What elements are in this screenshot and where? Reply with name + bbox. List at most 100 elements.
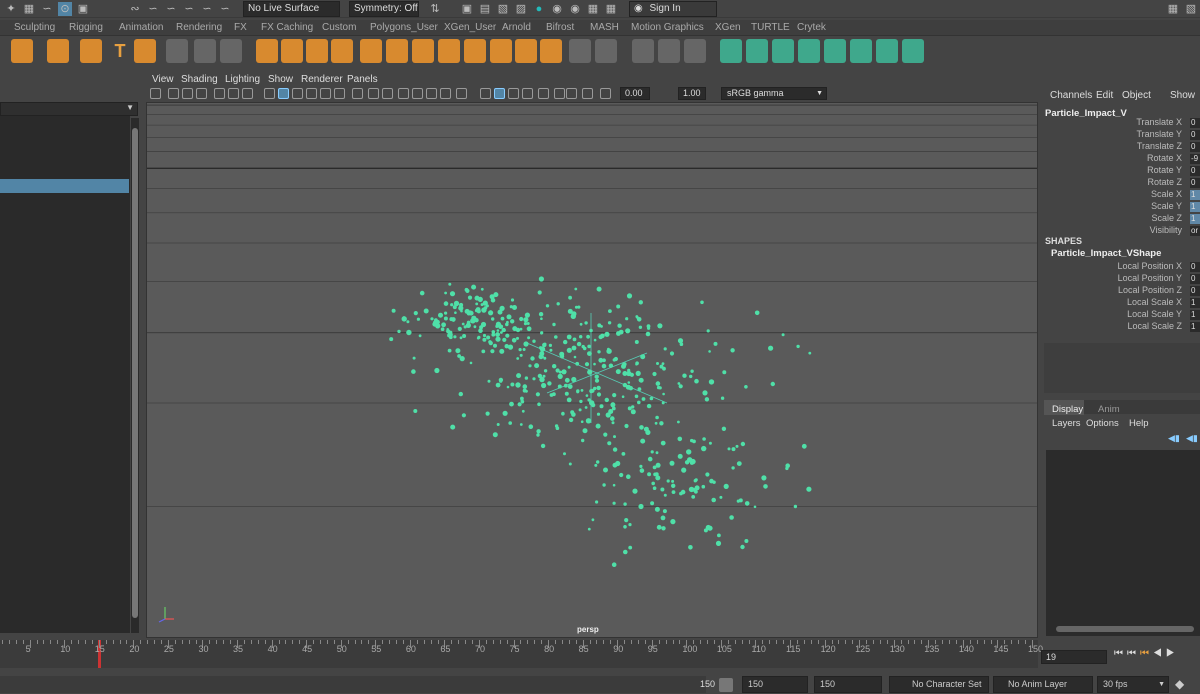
grease-icon[interactable]: [566, 88, 577, 99]
symmetry-dropdown[interactable]: Symmetry: Off: [349, 1, 419, 17]
shelf-button-ruler[interactable]: [684, 39, 706, 63]
shelf-button-bevel[interactable]: [166, 39, 188, 63]
shelf-button-wedge[interactable]: [281, 39, 303, 63]
layer-move-up-icon[interactable]: ◀▮: [1168, 433, 1180, 444]
attr-label[interactable]: Rotate Y: [1147, 165, 1182, 175]
shelf-button-mash-6[interactable]: [850, 39, 872, 63]
gamma-field[interactable]: 1.00: [678, 87, 706, 100]
anim-layer-dropdown[interactable]: No Anim Layer: [993, 676, 1093, 693]
exposure-field[interactable]: 0.00: [620, 87, 650, 100]
xray-joints-icon[interactable]: [352, 88, 363, 99]
isolate-icon[interactable]: [320, 88, 331, 99]
chevron-down-icon[interactable]: ▼: [126, 103, 134, 112]
shelf-tab-motion-graphics[interactable]: Motion Graphics: [627, 20, 708, 36]
shelf-button-star[interactable]: [80, 39, 102, 63]
lights-icon[interactable]: [426, 88, 437, 99]
shelf-tab-sculpting[interactable]: Sculpting: [10, 20, 59, 36]
viewport-canvas[interactable]: [147, 103, 1038, 638]
attr-label[interactable]: Rotate Z: [1147, 177, 1182, 187]
shape-name[interactable]: Particle_Impact_VShape: [1051, 248, 1161, 259]
range-slider-handle[interactable]: [719, 678, 733, 692]
shelf-button-extrude[interactable]: [306, 39, 328, 63]
field-chart-icon[interactable]: [278, 88, 289, 99]
shelf-button-separate[interactable]: [386, 39, 408, 63]
shelf-button-mash-1[interactable]: [720, 39, 742, 63]
shape-attr-value-field[interactable]: 0: [1190, 274, 1200, 284]
outliner-filter-bar[interactable]: ▼: [0, 102, 138, 116]
camera-icon[interactable]: [150, 88, 161, 99]
sign-in-button[interactable]: ◉ Sign In: [629, 1, 717, 17]
layer-move-down-icon[interactable]: ◀▮: [1186, 433, 1198, 444]
snap-view-icon[interactable]: ▣: [76, 2, 90, 16]
arnold-light-icon[interactable]: ▦: [586, 2, 600, 16]
object-name[interactable]: Particle_Impact_V: [1045, 108, 1127, 119]
outliner-list[interactable]: [0, 116, 130, 633]
attr-label[interactable]: Translate Y: [1136, 129, 1182, 139]
attr-value-field[interactable]: 1: [1190, 202, 1200, 212]
shelf-tab-turtle[interactable]: TURTLE: [747, 20, 794, 36]
attr-label[interactable]: Visibility: [1150, 225, 1182, 235]
shape-attr-label[interactable]: Local Position X: [1117, 261, 1182, 271]
attribute-editor-icon[interactable]: ▧: [1184, 2, 1198, 16]
wireframe-icon[interactable]: [368, 88, 379, 99]
fps-dropdown[interactable]: 30 fps ▼: [1097, 676, 1169, 693]
shelf-tab-animation[interactable]: Animation: [115, 20, 167, 36]
channel-box-menu-edit[interactable]: Edit: [1096, 90, 1113, 101]
shelf-button-mirror[interactable]: [595, 39, 617, 63]
channel-box-menu-object[interactable]: Object: [1122, 90, 1151, 101]
bookmark-icon[interactable]: [182, 88, 193, 99]
shelf-button-mash-3[interactable]: [772, 39, 794, 63]
shelf-tab-rigging[interactable]: Rigging: [65, 20, 107, 36]
attr-value-field[interactable]: -9: [1190, 154, 1200, 164]
symmetry-icon[interactable]: ∽: [218, 2, 232, 16]
hud-icon[interactable]: [554, 88, 565, 99]
shape-attr-value-field[interactable]: 1: [1190, 310, 1200, 320]
shelf-button-reduce[interactable]: [540, 39, 562, 63]
layer-menu-options[interactable]: Options: [1086, 418, 1119, 429]
auto-key-icon[interactable]: ◆: [1175, 677, 1184, 691]
attr-value-field[interactable]: or: [1190, 226, 1200, 236]
snap-point-icon[interactable]: ⊙: [58, 2, 72, 16]
shape-attr-value-field[interactable]: 0: [1190, 262, 1200, 272]
step-back-key-icon[interactable]: ⏮: [1127, 648, 1140, 659]
snap-surface-icon[interactable]: ∾: [128, 2, 142, 16]
time-slider[interactable]: 5 10 15 20 25 30 35 40 45 50 55 60 65 70 75 80 85 90 95 100…: [0, 640, 1043, 668]
render-view-icon[interactable]: ▣: [460, 2, 474, 16]
shape-attr-label[interactable]: Local Position Z: [1118, 285, 1182, 295]
shelf-tab-fx-caching[interactable]: FX Caching: [257, 20, 317, 36]
shape-attr-label[interactable]: Local Scale Y: [1127, 309, 1182, 319]
shelf-tab-fx[interactable]: FX: [230, 20, 251, 36]
paint-select-icon[interactable]: ∽: [182, 2, 196, 16]
safe-action-icon[interactable]: [292, 88, 303, 99]
shelf-button-pen[interactable]: [632, 39, 654, 63]
shape-attr-label[interactable]: Local Scale Z: [1127, 321, 1182, 331]
magnet-icon[interactable]: ✦: [4, 2, 18, 16]
pan-zoom-icon[interactable]: [582, 88, 593, 99]
render-frame-icon[interactable]: ▤: [478, 2, 492, 16]
shelf-tab-crytek[interactable]: Crytek: [793, 20, 830, 36]
play-forward-icon[interactable]: ▶: [1166, 648, 1179, 659]
layer-scrollbar[interactable]: [1056, 626, 1194, 632]
viewport-3d[interactable]: persp: [146, 102, 1038, 638]
layer-menu-layers[interactable]: Layers: [1052, 418, 1081, 429]
film-gate-icon[interactable]: [228, 88, 239, 99]
attr-label[interactable]: Scale X: [1151, 189, 1182, 199]
grid-icon[interactable]: [214, 88, 225, 99]
arnold-ipr-icon[interactable]: ◉: [568, 2, 582, 16]
tab-anim[interactable]: Anim: [1098, 404, 1120, 415]
outliner-scroll-thumb[interactable]: [132, 128, 138, 618]
shelf-tab-bifrost[interactable]: Bifrost: [542, 20, 578, 36]
play-back-icon[interactable]: ◀: [1153, 648, 1166, 659]
go-to-start-icon[interactable]: ⏮: [1114, 648, 1127, 659]
viewport-menu-lighting[interactable]: Lighting: [225, 74, 260, 85]
shelf-button-cylinder[interactable]: [47, 39, 69, 63]
viewport-menu-panels[interactable]: Panels: [347, 74, 378, 85]
select-icon[interactable]: ∽: [164, 2, 178, 16]
attr-value-field[interactable]: 1: [1190, 214, 1200, 224]
safe-title-icon[interactable]: [306, 88, 317, 99]
playback-end-field[interactable]: 150: [814, 676, 882, 693]
shelf-button-proj[interactable]: [220, 39, 242, 63]
shelf-button-plane[interactable]: [464, 39, 486, 63]
attr-value-field[interactable]: 0: [1190, 142, 1200, 152]
shape-attr-value-field[interactable]: 0: [1190, 286, 1200, 296]
